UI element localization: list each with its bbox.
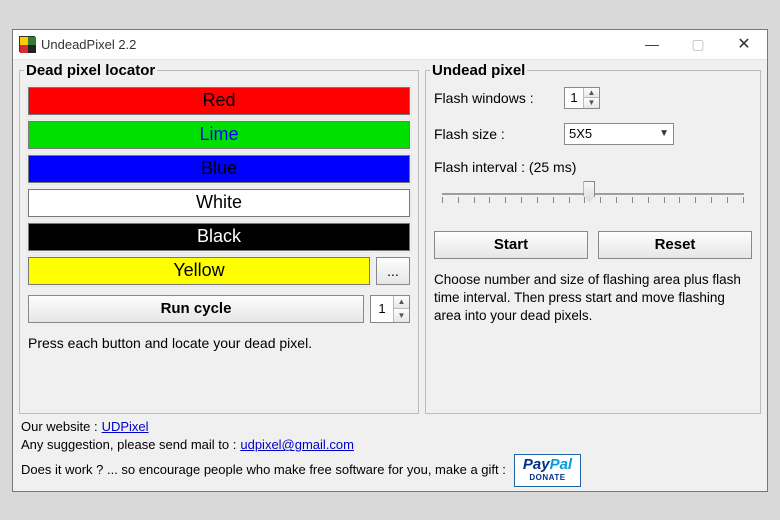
flash-interval-label: Flash interval : (25 ms) — [434, 159, 752, 175]
start-button[interactable]: Start — [434, 231, 588, 259]
color-button-yellow[interactable]: Yellow — [28, 257, 370, 285]
spinner-up-icon[interactable]: ▲ — [394, 296, 409, 310]
color-button-label: Yellow — [173, 260, 224, 281]
suggest-mail-link[interactable]: udpixel@gmail.com — [240, 436, 354, 454]
paypal-donate-button[interactable]: PayPal DONATE — [514, 454, 581, 486]
dead-pixel-locator-group: Dead pixel locator Red Lime Blue White B… — [19, 62, 419, 414]
run-cycle-button[interactable]: Run cycle — [28, 295, 364, 323]
paypal-pal-text: Pal — [550, 456, 573, 473]
window-controls: — ▢ ✕ — [629, 30, 767, 59]
color-button-white[interactable]: White — [28, 189, 410, 217]
suggest-label: Any suggestion, please send mail to : — [21, 436, 236, 454]
footer: Our website : UDPixel Any suggestion, pl… — [19, 414, 761, 487]
color-button-label: Red — [202, 90, 235, 111]
start-button-label: Start — [494, 236, 528, 253]
website-link[interactable]: UDPixel — [102, 418, 149, 436]
maximize-button[interactable]: ▢ — [675, 30, 721, 59]
color-button-label: Lime — [199, 124, 238, 145]
color-button-label: Blue — [201, 158, 237, 179]
undead-pixel-group: Undead pixel Flash windows : 1 ▲ ▼ Flash… — [425, 62, 761, 414]
spinner-down-icon[interactable]: ▼ — [394, 309, 409, 322]
flash-windows-value: 1 — [565, 88, 583, 108]
color-button-label: Black — [197, 226, 241, 247]
flash-windows-label: Flash windows : — [434, 90, 564, 106]
website-label: Our website : — [21, 418, 98, 436]
color-button-blue[interactable]: Blue — [28, 155, 410, 183]
locator-hint: Press each button and locate your dead p… — [28, 335, 410, 351]
color-button-red[interactable]: Red — [28, 87, 410, 115]
color-button-black[interactable]: Black — [28, 223, 410, 251]
minimize-button[interactable]: — — [629, 30, 675, 59]
paypal-donate-text: DONATE — [529, 472, 565, 483]
spinner-up-icon[interactable]: ▲ — [584, 88, 599, 99]
app-window: UndeadPixel 2.2 — ▢ ✕ Dead pixel locator… — [12, 29, 768, 492]
spinner-down-icon[interactable]: ▼ — [584, 98, 599, 108]
app-icon — [19, 36, 35, 52]
color-button-lime[interactable]: Lime — [28, 121, 410, 149]
run-cycle-value: 1 — [371, 296, 393, 322]
undead-description: Choose number and size of flashing area … — [434, 271, 752, 326]
reset-button[interactable]: Reset — [598, 231, 752, 259]
more-colors-button[interactable]: ... — [376, 257, 410, 285]
slider-ticks — [442, 197, 744, 203]
flash-size-label: Flash size : — [434, 126, 564, 142]
flash-interval-slider[interactable] — [434, 179, 752, 213]
color-button-label: White — [196, 192, 242, 213]
donate-label: Does it work ? ... so encourage people w… — [21, 461, 506, 479]
close-button[interactable]: ✕ — [721, 30, 767, 59]
window-title: UndeadPixel 2.2 — [41, 37, 136, 52]
reset-button-label: Reset — [655, 236, 696, 253]
flash-size-value: 5X5 — [569, 126, 592, 141]
run-cycle-spinner[interactable]: 1 ▲ ▼ — [370, 295, 410, 323]
flash-windows-spinner[interactable]: 1 ▲ ▼ — [564, 87, 600, 109]
undead-heading: Undead pixel — [430, 62, 527, 79]
run-cycle-label: Run cycle — [161, 300, 232, 317]
more-colors-label: ... — [387, 263, 399, 279]
chevron-down-icon: ▼ — [659, 128, 669, 139]
titlebar: UndeadPixel 2.2 — ▢ ✕ — [13, 30, 767, 60]
paypal-pay-text: Pay — [523, 456, 550, 473]
flash-size-select[interactable]: 5X5 ▼ — [564, 123, 674, 145]
panels: Dead pixel locator Red Lime Blue White B… — [19, 62, 761, 414]
content: Dead pixel locator Red Lime Blue White B… — [13, 60, 767, 491]
locator-heading: Dead pixel locator — [24, 62, 157, 79]
